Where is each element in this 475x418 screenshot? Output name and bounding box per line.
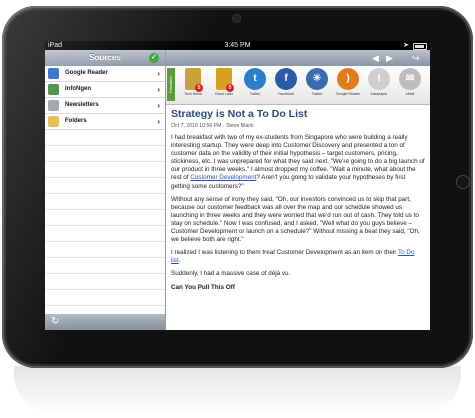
article-toolbar: ◀ ▶ ↪ [166, 50, 430, 66]
paragraph: Suddenly, I had a massive case of déjà v… [171, 270, 291, 278]
instapaper-icon: I [368, 68, 390, 90]
sidebar-item[interactable]: InfoNgen › [45, 82, 165, 98]
share-item-label: Facebook [278, 92, 294, 96]
paragraph-text: . [178, 257, 181, 265]
sources-list: Google Reader › InfoNgen › Newsletters › Folde… [45, 66, 165, 130]
facebook-icon: f [275, 68, 297, 90]
paragraph: Without any sense of irony they said, "O… [171, 195, 420, 244]
clock: 3:45 PM [224, 42, 251, 49]
list-item [45, 274, 165, 290]
camera-lens [232, 14, 241, 23]
sources-sidebar: Sources ✓ Google Reader › InfoNgen › Newslet… [45, 50, 166, 330]
list-item [45, 290, 165, 306]
screen: iPad 3:45 PM ➤ Sources ✓ Google Reader › I… [45, 41, 430, 330]
sidebar-item[interactable]: Newsletters › [45, 98, 165, 114]
share-item[interactable]: ✉ eMail [395, 68, 425, 102]
chevron-right-icon: › [157, 85, 160, 94]
share-item[interactable]: ✳ Twitter [302, 68, 332, 102]
share-icon[interactable]: ↪ [412, 53, 420, 63]
status-bar: iPad 3:45 PM ➤ [45, 41, 430, 50]
sidebar-item-label: Folders [65, 118, 87, 124]
favorites-tab[interactable]: Favorites [167, 68, 175, 101]
article-title: Strategy is Not a To Do List [171, 108, 308, 120]
list-item [45, 194, 165, 210]
share-item-label: Google Reader [335, 92, 361, 96]
share-item-label: Twitter [311, 92, 323, 96]
rss-feed-icon [48, 68, 59, 79]
share-item[interactable]: 5 Read Later [209, 68, 239, 102]
chevron-right-icon: › [157, 101, 160, 110]
share-item[interactable]: ) Google Reader [333, 68, 363, 102]
share-item[interactable]: I Instapaper [364, 68, 394, 102]
rss-icon: ) [337, 68, 359, 90]
email-icon: ✉ [399, 68, 421, 90]
sidebar-item-label: Google Reader [65, 70, 108, 76]
share-item[interactable]: f Facebook [271, 68, 301, 102]
article-body: Strategy is Not a To Do List Oct 7, 2010… [171, 108, 425, 330]
previous-icon[interactable]: ◀ [372, 53, 379, 63]
list-item [45, 242, 165, 258]
share-item[interactable]: t Twitter [240, 68, 270, 102]
chevron-right-icon: › [157, 69, 160, 78]
home-button[interactable] [456, 175, 470, 189]
read-later-icon: 5 [216, 68, 234, 92]
share-item-label: Instapaper [370, 92, 388, 96]
twitter-icon: t [244, 68, 266, 90]
share-item-label: Tech News [184, 92, 202, 96]
twitter-bird-icon: ✳ [306, 68, 328, 90]
check-icon[interactable]: ✓ [149, 53, 159, 63]
paragraph: I had breakfast with two of my ex-studen… [171, 134, 425, 191]
sidebar-header: Sources ✓ [45, 50, 165, 66]
location-icon: ➤ [403, 42, 409, 49]
share-item-label: Twitter [249, 92, 261, 96]
list-item [45, 146, 165, 162]
article-meta: Oct 7, 2010 10:56 PM - Steve Blank [171, 123, 254, 129]
count-badge: 5 [195, 84, 203, 92]
sidebar-toolbar: ↻ [45, 314, 165, 330]
folder-icon [48, 116, 59, 127]
customer-development-link[interactable]: Customer Development [190, 174, 256, 181]
share-bar: Favorites 5 Tech News 5 Read Later t Twitter f… [166, 66, 430, 105]
battery-icon [413, 43, 427, 50]
list-item [45, 210, 165, 226]
list-item [45, 258, 165, 274]
device-reflection [14, 366, 461, 414]
list-item [45, 130, 165, 146]
sidebar-item-label: Newsletters [65, 102, 99, 108]
count-badge: 5 [226, 84, 234, 92]
list-item [45, 226, 165, 242]
next-icon[interactable]: ▶ [386, 53, 393, 63]
sidebar-title: Sources [89, 53, 121, 62]
paragraph: I realized I was listening to them treat… [171, 249, 425, 265]
infongen-icon [48, 84, 59, 95]
share-item-label: eMail [405, 92, 415, 96]
tech-news-icon: 5 [185, 68, 203, 92]
newsletters-icon [48, 100, 59, 111]
list-item [45, 162, 165, 178]
sidebar-item[interactable]: Google Reader › [45, 66, 165, 82]
sidebar-item[interactable]: Folders › [45, 114, 165, 130]
refresh-icon[interactable]: ↻ [51, 316, 63, 328]
article-pane: ◀ ▶ ↪ Favorites 5 Tech News 5 Read Later t Tw… [166, 50, 430, 330]
section-heading: Can You Pull This Off [171, 283, 235, 291]
chevron-right-icon: › [157, 117, 160, 126]
share-item[interactable]: 5 Tech News [178, 68, 208, 102]
sidebar-item-label: InfoNgen [65, 86, 91, 92]
share-item-label: Read Later [215, 92, 233, 96]
list-item [45, 178, 165, 194]
paragraph-text: I realized I was listening to them treat… [171, 249, 399, 257]
